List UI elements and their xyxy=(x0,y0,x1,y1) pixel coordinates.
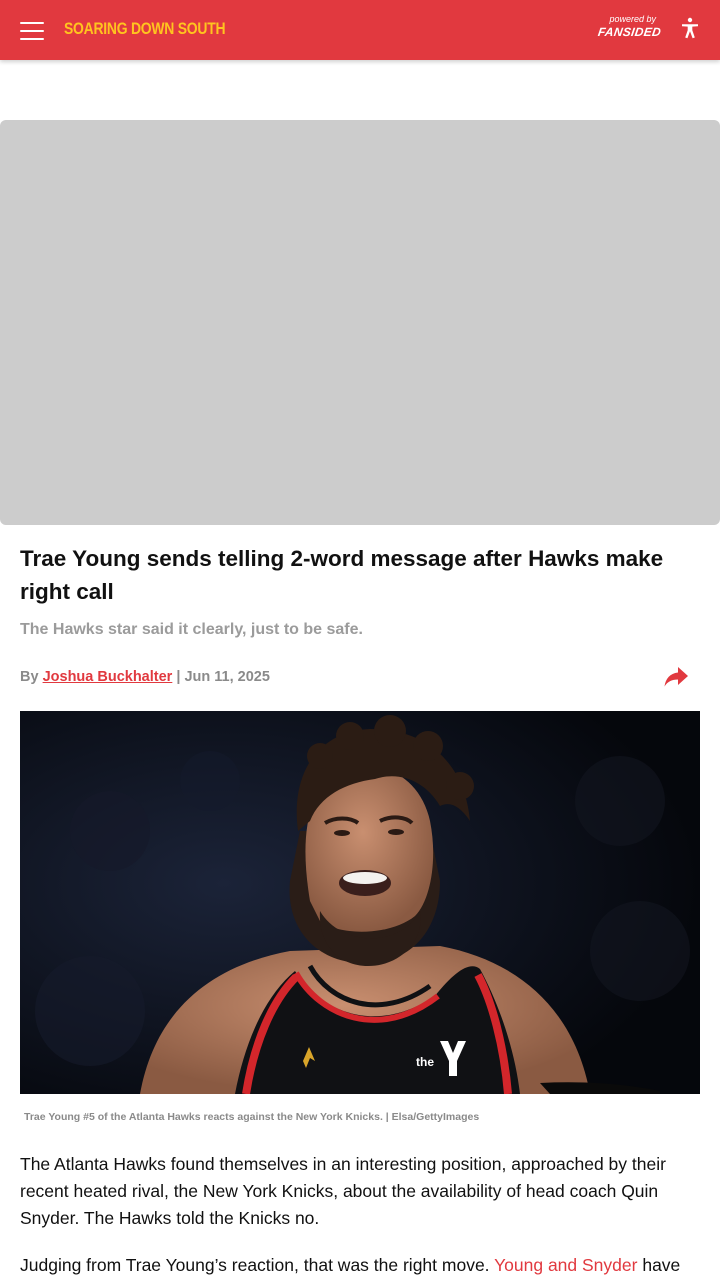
article-byline: By Joshua Buckhalter | Jun 11, 2025 xyxy=(20,667,270,687)
site-logo[interactable]: SOARING DOWN SOUTH xyxy=(64,19,226,39)
fansided-logo[interactable]: powered by FANSIDED xyxy=(597,14,663,39)
article-paragraph-2: Judging from Trae Young’s reaction, that… xyxy=(20,1252,700,1279)
share-icon xyxy=(664,667,688,687)
article-subheadline: The Hawks star said it clearly, just to … xyxy=(20,621,363,638)
image-caption: Trae Young #5 of the Atlanta Hawks react… xyxy=(24,1111,480,1123)
top-navigation-bar: SOARING DOWN SOUTH powered by FANSIDED xyxy=(0,0,720,60)
accessibility-icon[interactable] xyxy=(678,16,702,40)
byline-prefix: By xyxy=(20,669,39,685)
author-link[interactable]: Joshua Buckhalter xyxy=(43,669,173,685)
article-hero-image: the xyxy=(20,711,700,1094)
byline-separator: | xyxy=(176,669,181,685)
accessibility-person-icon xyxy=(682,17,698,39)
player-photo: the xyxy=(20,711,700,1094)
hamburger-menu-icon[interactable] xyxy=(20,20,44,40)
paragraph-text: Judging from Trae Young’s reaction, that… xyxy=(20,1255,495,1275)
inline-article-link[interactable]: Young and Snyder xyxy=(494,1255,637,1275)
fansided-wordmark: FANSIDED xyxy=(597,25,663,39)
advertisement-placeholder xyxy=(0,120,720,525)
share-arrow-icon[interactable] xyxy=(662,664,690,690)
powered-by-label: powered by xyxy=(609,14,656,24)
paragraph-text-continued: have xyxy=(637,1255,681,1275)
publish-date: Jun 11, 2025 xyxy=(184,669,270,685)
jersey-logo-text: the xyxy=(416,1055,434,1069)
article-paragraph: The Atlanta Hawks found themselves in an… xyxy=(20,1154,666,1228)
article-headline: Trae Young sends telling 2-word message … xyxy=(20,546,664,604)
